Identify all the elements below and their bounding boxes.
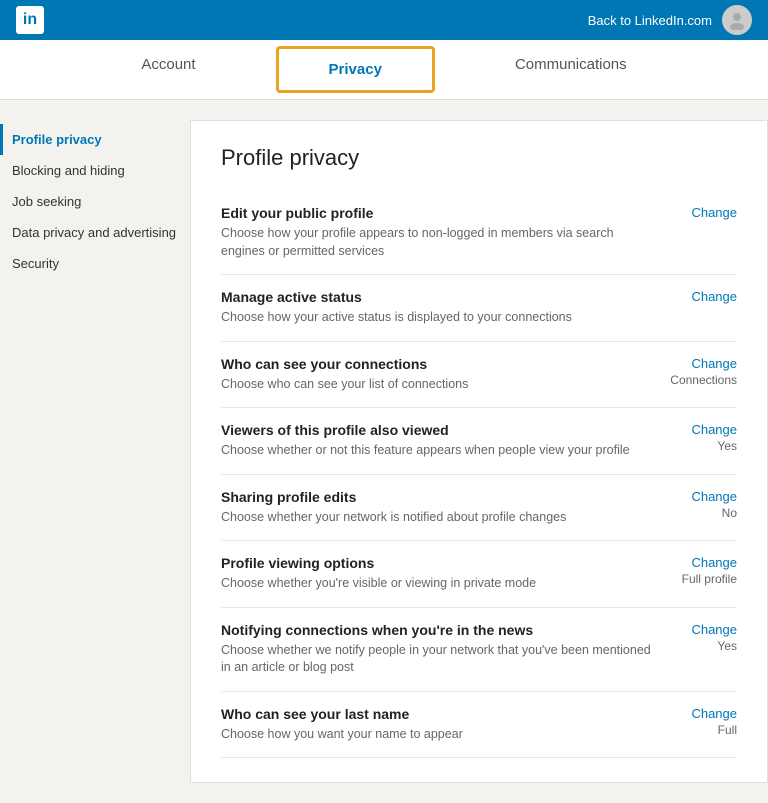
setting-title-who-can-see-connections: Who can see your connections [221, 356, 657, 372]
setting-right-sharing-profile-edits: Change No [657, 489, 737, 520]
avatar[interactable] [722, 5, 752, 35]
setting-value-sharing-profile-edits: No [667, 506, 737, 520]
setting-left-viewers-also-viewed: Viewers of this profile also viewed Choos… [221, 422, 657, 460]
setting-desc-who-can-see-last-name: Choose how you want your name to appear [221, 726, 657, 744]
sidebar-item-profile-privacy[interactable]: Profile privacy [0, 124, 190, 155]
setting-item-manage-active-status: Manage active status Choose how your acti… [221, 275, 737, 342]
top-bar-right: Back to LinkedIn.com [588, 5, 752, 35]
setting-right-viewers-also-viewed: Change Yes [657, 422, 737, 453]
setting-left-sharing-profile-edits: Sharing profile edits Choose whether your… [221, 489, 657, 527]
content-panel: Profile privacy Edit your public profile… [190, 120, 768, 783]
sidebar-item-job-seeking[interactable]: Job seeking [0, 186, 190, 217]
setting-item-sharing-profile-edits: Sharing profile edits Choose whether your… [221, 475, 737, 542]
change-link-edit-public-profile[interactable]: Change [667, 205, 737, 220]
setting-item-notifying-connections: Notifying connections when you're in the… [221, 608, 737, 692]
sidebar-item-blocking-hiding[interactable]: Blocking and hiding [0, 155, 190, 186]
setting-desc-sharing-profile-edits: Choose whether your network is notified … [221, 509, 657, 527]
setting-value-who-can-see-connections: Connections [667, 373, 737, 387]
change-link-sharing-profile-edits[interactable]: Change [667, 489, 737, 504]
back-to-linkedin[interactable]: Back to LinkedIn.com [588, 13, 712, 28]
setting-title-who-can-see-last-name: Who can see your last name [221, 706, 657, 722]
page-title: Profile privacy [221, 145, 737, 171]
sidebar-item-data-privacy[interactable]: Data privacy and advertising [0, 217, 190, 248]
setting-title-edit-public-profile: Edit your public profile [221, 205, 657, 221]
setting-title-manage-active-status: Manage active status [221, 289, 657, 305]
tab-communications[interactable]: Communications [455, 40, 687, 99]
setting-desc-profile-viewing-options: Choose whether you're visible or viewing… [221, 575, 657, 593]
setting-right-profile-viewing-options: Change Full profile [657, 555, 737, 586]
setting-right-notifying-connections: Change Yes [657, 622, 737, 653]
setting-value-who-can-see-last-name: Full [667, 723, 737, 737]
change-link-profile-viewing-options[interactable]: Change [667, 555, 737, 570]
tab-privacy[interactable]: Privacy [276, 46, 435, 93]
setting-value-notifying-connections: Yes [667, 639, 737, 653]
setting-desc-manage-active-status: Choose how your active status is display… [221, 309, 657, 327]
tab-account[interactable]: Account [81, 40, 255, 99]
setting-right-edit-public-profile: Change [657, 205, 737, 220]
nav-tabs: Account Privacy Communications [0, 40, 768, 100]
main-layout: Profile privacy Blocking and hiding Job … [0, 100, 768, 803]
setting-value-viewers-also-viewed: Yes [667, 439, 737, 453]
setting-desc-viewers-also-viewed: Choose whether or not this feature appea… [221, 442, 657, 460]
change-link-who-can-see-connections[interactable]: Change [667, 356, 737, 371]
sidebar-item-security[interactable]: Security [0, 248, 190, 279]
setting-item-who-can-see-last-name: Who can see your last name Choose how you… [221, 692, 737, 759]
setting-desc-who-can-see-connections: Choose who can see your list of connecti… [221, 376, 657, 394]
setting-item-viewers-also-viewed: Viewers of this profile also viewed Choos… [221, 408, 737, 475]
setting-title-profile-viewing-options: Profile viewing options [221, 555, 657, 571]
setting-left-edit-public-profile: Edit your public profile Choose how your … [221, 205, 657, 260]
setting-item-edit-public-profile: Edit your public profile Choose how your … [221, 191, 737, 275]
top-bar: in Back to LinkedIn.com [0, 0, 768, 40]
change-link-who-can-see-last-name[interactable]: Change [667, 706, 737, 721]
linkedin-logo: in [16, 6, 44, 34]
settings-list: Edit your public profile Choose how your … [221, 191, 737, 758]
change-link-viewers-also-viewed[interactable]: Change [667, 422, 737, 437]
setting-title-viewers-also-viewed: Viewers of this profile also viewed [221, 422, 657, 438]
sidebar: Profile privacy Blocking and hiding Job … [0, 120, 190, 783]
setting-right-manage-active-status: Change [657, 289, 737, 304]
setting-left-who-can-see-connections: Who can see your connections Choose who c… [221, 356, 657, 394]
setting-left-who-can-see-last-name: Who can see your last name Choose how you… [221, 706, 657, 744]
setting-left-profile-viewing-options: Profile viewing options Choose whether yo… [221, 555, 657, 593]
setting-left-manage-active-status: Manage active status Choose how your acti… [221, 289, 657, 327]
setting-item-profile-viewing-options: Profile viewing options Choose whether yo… [221, 541, 737, 608]
setting-title-sharing-profile-edits: Sharing profile edits [221, 489, 657, 505]
change-link-manage-active-status[interactable]: Change [667, 289, 737, 304]
setting-item-who-can-see-connections: Who can see your connections Choose who c… [221, 342, 737, 409]
change-link-notifying-connections[interactable]: Change [667, 622, 737, 637]
setting-right-who-can-see-connections: Change Connections [657, 356, 737, 387]
setting-desc-edit-public-profile: Choose how your profile appears to non-l… [221, 225, 657, 260]
setting-desc-notifying-connections: Choose whether we notify people in your … [221, 642, 657, 677]
setting-value-profile-viewing-options: Full profile [667, 572, 737, 586]
setting-left-notifying-connections: Notifying connections when you're in the… [221, 622, 657, 677]
setting-right-who-can-see-last-name: Change Full [657, 706, 737, 737]
setting-title-notifying-connections: Notifying connections when you're in the… [221, 622, 657, 638]
